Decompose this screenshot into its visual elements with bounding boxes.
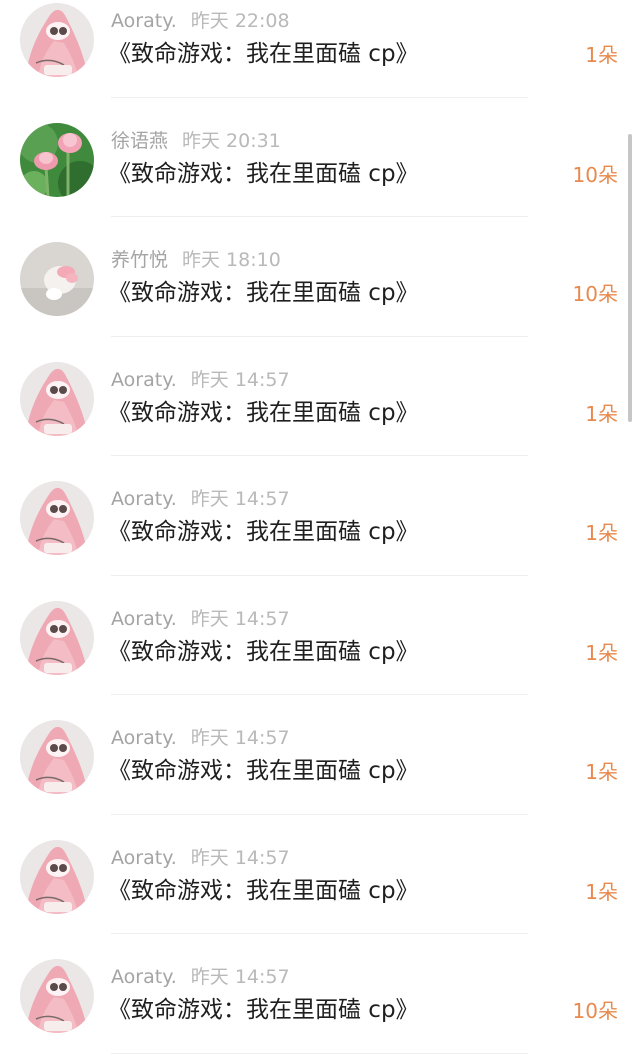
flower-count: 1朵	[585, 401, 618, 426]
list-item[interactable]: Aoraty. 昨天 14:57 《致命游戏：我在里面磕 cp》 10朵	[0, 934, 640, 1054]
plush-avatar	[20, 242, 94, 316]
patrick-avatar	[20, 839, 94, 914]
flower-count: 1朵	[585, 640, 618, 665]
username[interactable]: Aoraty.	[111, 608, 177, 630]
username[interactable]: Aoraty.	[111, 847, 177, 869]
list-item[interactable]: Aoraty. 昨天 22:08 《致命游戏：我在里面磕 cp》 1朵	[0, 0, 640, 98]
avatar[interactable]	[20, 600, 94, 675]
list-item[interactable]: 养竹悦 昨天 18:10 《致命游戏：我在里面磕 cp》 10朵	[0, 217, 640, 337]
avatar[interactable]	[20, 720, 94, 794]
timestamp: 昨天 20:31	[182, 129, 281, 152]
timestamp: 昨天 14:57	[190, 966, 290, 988]
avatar[interactable]	[20, 959, 94, 1033]
item-meta: Aoraty. 昨天 14:57	[111, 965, 290, 989]
book-title[interactable]: 《致命游戏：我在里面磕 cp》	[108, 397, 419, 429]
username[interactable]: 徐语燕	[111, 130, 168, 152]
book-title[interactable]: 《致命游戏：我在里面磕 cp》	[108, 158, 419, 190]
book-title[interactable]: 《致命游戏：我在里面磕 cp》	[108, 636, 419, 668]
avatar[interactable]	[20, 3, 94, 77]
lotus-avatar	[20, 122, 94, 197]
avatar[interactable]	[20, 122, 94, 197]
list-item[interactable]: Aoraty. 昨天 14:57 《致命游戏：我在里面磕 cp》 1朵	[0, 815, 640, 934]
list-item[interactable]: Aoraty. 昨天 14:57 《致命游戏：我在里面磕 cp》 1朵	[0, 576, 640, 695]
username[interactable]: Aoraty.	[111, 966, 177, 988]
book-title[interactable]: 《致命游戏：我在里面磕 cp》	[108, 994, 419, 1026]
patrick-avatar	[20, 481, 94, 555]
patrick-avatar	[20, 720, 94, 794]
patrick-avatar	[20, 361, 94, 436]
username[interactable]: 养竹悦	[111, 249, 168, 271]
timestamp: 昨天 22:08	[190, 10, 290, 32]
flower-count: 10朵	[572, 282, 618, 306]
gift-record-list: Aoraty. 昨天 22:08 《致命游戏：我在里面磕 cp》 1朵 徐语燕 昨天 2…	[0, 0, 640, 1054]
username[interactable]: Aoraty.	[111, 10, 177, 32]
flower-count: 1朵	[585, 879, 618, 904]
item-meta: Aoraty. 昨天 14:57	[111, 846, 290, 870]
avatar[interactable]	[20, 481, 94, 555]
item-meta: Aoraty. 昨天 14:57	[111, 607, 290, 631]
patrick-avatar	[20, 959, 94, 1033]
username[interactable]: Aoraty.	[111, 369, 177, 391]
username[interactable]: Aoraty.	[111, 727, 177, 749]
list-item[interactable]: 徐语燕 昨天 20:31 《致命游戏：我在里面磕 cp》 10朵	[0, 98, 640, 217]
list-item[interactable]: Aoraty. 昨天 14:57 《致命游戏：我在里面磕 cp》 1朵	[0, 695, 640, 815]
book-title[interactable]: 《致命游戏：我在里面磕 cp》	[108, 875, 419, 907]
list-item[interactable]: Aoraty. 昨天 14:57 《致命游戏：我在里面磕 cp》 1朵	[0, 337, 640, 456]
book-title[interactable]: 《致命游戏：我在里面磕 cp》	[108, 755, 419, 787]
item-meta: Aoraty. 昨天 22:08	[111, 9, 290, 33]
scrollbar[interactable]	[628, 134, 632, 422]
book-title[interactable]: 《致命游戏：我在里面磕 cp》	[108, 38, 419, 70]
patrick-avatar	[20, 600, 94, 675]
username[interactable]: Aoraty.	[111, 488, 177, 510]
item-meta: Aoraty. 昨天 14:57	[111, 726, 290, 750]
book-title[interactable]: 《致命游戏：我在里面磕 cp》	[108, 277, 419, 309]
item-meta: Aoraty. 昨天 14:57	[111, 487, 290, 511]
avatar[interactable]	[20, 839, 94, 914]
list-item[interactable]: Aoraty. 昨天 14:57 《致命游戏：我在里面磕 cp》 1朵	[0, 456, 640, 576]
timestamp: 昨天 14:57	[190, 607, 290, 630]
flower-count: 10朵	[572, 999, 618, 1023]
item-meta: 徐语燕 昨天 20:31	[111, 129, 281, 153]
timestamp: 昨天 14:57	[190, 727, 290, 749]
avatar[interactable]	[20, 361, 94, 436]
timestamp: 昨天 14:57	[190, 368, 290, 391]
flower-count: 1朵	[585, 43, 618, 67]
book-title[interactable]: 《致命游戏：我在里面磕 cp》	[108, 516, 419, 548]
timestamp: 昨天 14:57	[190, 488, 290, 510]
flower-count: 1朵	[585, 521, 618, 545]
flower-count: 1朵	[585, 760, 618, 784]
timestamp: 昨天 14:57	[190, 846, 290, 869]
patrick-avatar	[20, 3, 94, 77]
flower-count: 10朵	[572, 162, 618, 187]
divider	[111, 1052, 528, 1054]
item-meta: Aoraty. 昨天 14:57	[111, 368, 290, 392]
timestamp: 昨天 18:10	[182, 249, 281, 271]
item-meta: 养竹悦 昨天 18:10	[111, 248, 281, 272]
avatar[interactable]	[20, 242, 94, 316]
